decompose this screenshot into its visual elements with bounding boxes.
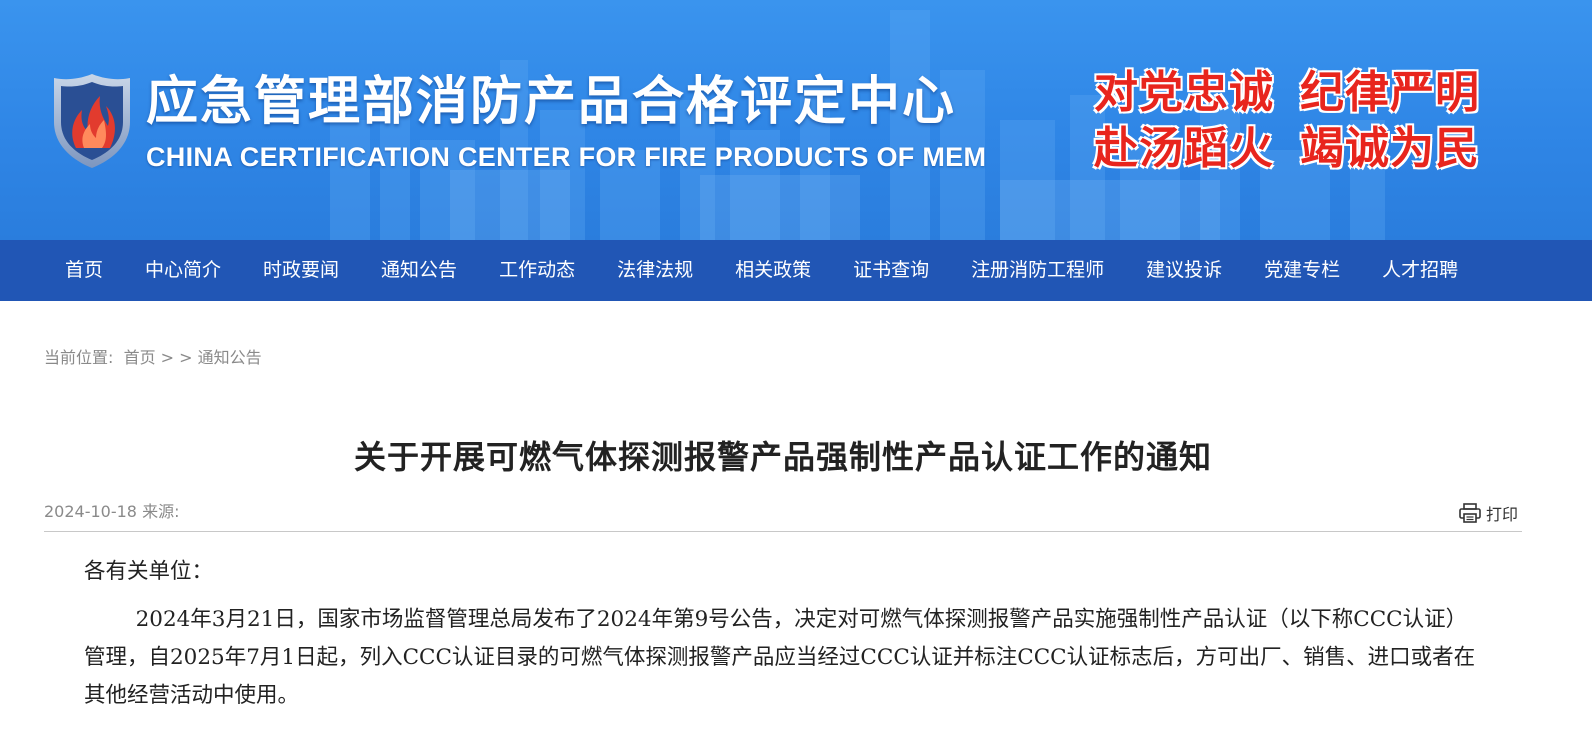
breadcrumb-prefix: 当前位置: xyxy=(44,348,114,367)
nav-item-policies[interactable]: 相关政策 xyxy=(714,240,832,301)
article-paragraph: 2024年3月21日，国家市场监督管理总局发布了2024年第9号公告，决定对可燃… xyxy=(84,607,1476,708)
nav-item-recruitment[interactable]: 人才招聘 xyxy=(1361,240,1479,301)
nav-item-politics-news[interactable]: 时政要闻 xyxy=(242,240,360,301)
print-label: 打印 xyxy=(1486,505,1519,524)
article-meta: 2024-10-18 来源: xyxy=(44,500,179,524)
nav-item-party-building[interactable]: 党建专栏 xyxy=(1243,240,1361,301)
nav-item-certificate-query[interactable]: 证书查询 xyxy=(832,240,950,301)
printer-icon xyxy=(1459,503,1481,523)
site-title-cn: 应急管理部消防产品合格评定中心 xyxy=(146,72,957,132)
breadcrumb-home-link[interactable]: 首页 xyxy=(124,348,156,367)
slogan-phrase: 纪律严明 xyxy=(1300,67,1480,118)
article-salutation: 各有关单位： xyxy=(84,559,214,584)
nav-item-about[interactable]: 中心简介 xyxy=(124,240,242,301)
slogan-phrase: 赴汤蹈火 xyxy=(1094,123,1274,174)
nav-item-suggestions[interactable]: 建议投诉 xyxy=(1125,240,1243,301)
nav-item-work-news[interactable]: 工作动态 xyxy=(478,240,596,301)
slogan-phrase: 竭诚为民 xyxy=(1300,123,1480,174)
site-title-en: CHINA CERTIFICATION CENTER FOR FIRE PROD… xyxy=(146,142,987,172)
article-body: 各有关单位： 2024年3月21日，国家市场监督管理总局发布了2024年第9号公… xyxy=(84,553,1484,715)
nav-item-laws[interactable]: 法律法规 xyxy=(596,240,714,301)
main-nav: 首页 中心简介 时政要闻 通知公告 工作动态 法律法规 相关政策 证书查询 注册… xyxy=(0,240,1592,301)
slogan-line-2: 赴汤蹈火 竭诚为民 xyxy=(1094,123,1480,175)
logo-emblem-icon[interactable] xyxy=(52,70,132,170)
breadcrumb-separator: > > xyxy=(155,348,198,367)
breadcrumb-current-link[interactable]: 通知公告 xyxy=(198,348,262,367)
header-banner: 应急管理部消防产品合格评定中心 CHINA CERTIFICATION CENT… xyxy=(0,0,1592,240)
nav-item-home[interactable]: 首页 xyxy=(44,240,124,301)
article-title: 关于开展可燃气体探测报警产品强制性产品认证工作的通知 xyxy=(353,438,1212,476)
print-button[interactable]: 打印 xyxy=(1459,500,1518,526)
slogan-phrase: 对党忠诚 xyxy=(1094,67,1274,118)
nav-item-fire-engineer[interactable]: 注册消防工程师 xyxy=(950,240,1125,301)
breadcrumb: 当前位置: 首页 > > 通知公告 xyxy=(44,346,262,370)
article-date: 2024-10-18 xyxy=(44,502,137,521)
meta-divider xyxy=(44,531,1522,532)
article-source-label: 来源: xyxy=(142,502,180,521)
nav-item-notices[interactable]: 通知公告 xyxy=(360,240,478,301)
slogan-line-1: 对党忠诚 纪律严明 xyxy=(1094,67,1480,119)
